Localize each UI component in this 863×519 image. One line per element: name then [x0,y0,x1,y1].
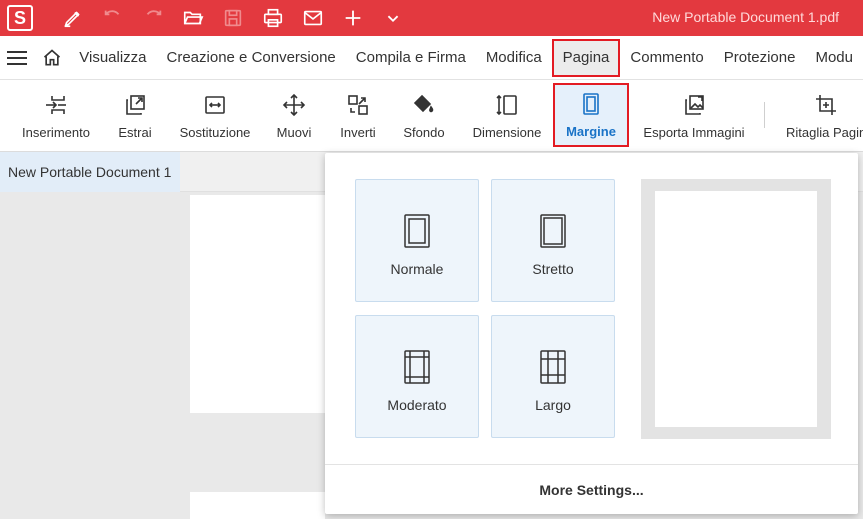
mail-button[interactable] [293,0,333,36]
customize-button[interactable] [373,0,413,36]
margin-preview-page [655,191,817,427]
export-images-button[interactable]: Esporta Immagini [640,80,748,152]
margin-option-largo[interactable]: Largo [491,315,615,438]
document-page [190,195,325,413]
margin-moderate-icon [404,350,430,384]
margin-option-label: Largo [535,397,571,413]
extract-label: Estrai [118,124,152,140]
paint-bucket-icon [413,94,434,112]
reverse-label: Inverti [340,124,376,140]
document-tab[interactable]: New Portable Document 1 [0,152,180,192]
document-title: New Portable Document 1.pdf [652,9,839,25]
replace-icon [205,95,225,114]
menu-pagina[interactable]: Pagina [551,38,621,77]
margin-dropdown: Normale Stretto Moderato Largo More Sett… [325,153,858,514]
home-button[interactable] [35,36,70,80]
margin-option-label: Normale [390,261,444,277]
export-image-icon [685,94,704,115]
new-button[interactable] [333,0,373,36]
menu-protezione[interactable]: Protezione [714,36,806,80]
menu-moduli[interactable]: Modu [805,36,863,80]
toolbar-divider [764,102,765,128]
open-button[interactable] [173,0,213,36]
undo-button[interactable] [93,0,133,36]
margin-button[interactable]: Margine [553,83,629,147]
page-toolbar: Inserimento Estrai Sostituzione Muovi In… [0,80,863,152]
document-page [190,492,325,519]
home-icon [43,48,60,65]
margin-option-stretto[interactable]: Stretto [491,179,615,302]
save-button[interactable] [213,0,253,36]
crop-icon [816,94,836,115]
margin-normal-icon [404,214,430,248]
title-bar: S New Portable Document 1.pdf [0,0,863,36]
export-images-label: Esporta Immagini [643,124,745,140]
background-label: Sfondo [403,124,445,140]
insert-page-icon [46,95,66,114]
pen-button[interactable] [53,0,93,36]
extract-button[interactable]: Estrai [108,80,162,152]
menu-creazione-conversione[interactable]: Creazione e Conversione [157,36,346,80]
margin-option-moderato[interactable]: Moderato [355,315,479,438]
margin-wide-icon [540,350,566,384]
menu-commento[interactable]: Commento [620,36,713,80]
margin-preview [641,179,831,439]
redo-button[interactable] [133,0,173,36]
margin-label: Margine [566,123,616,139]
move-label: Muovi [276,124,312,140]
quick-access-toolbar [53,0,413,36]
undo-icon [104,10,120,16]
replace-label: Sostituzione [179,124,251,140]
more-settings-button[interactable]: More Settings... [325,465,858,514]
redo-icon [146,10,162,16]
margin-option-normale[interactable]: Normale [355,179,479,302]
pen-icon [64,11,80,28]
menu-compila-firma[interactable]: Compila e Firma [346,36,476,80]
insert-button[interactable]: Inserimento [14,80,98,152]
print-button[interactable] [253,0,293,36]
reverse-icon [348,94,368,115]
save-icon [224,9,242,27]
app-logo: S [7,5,33,31]
move-icon [282,93,306,116]
size-label: Dimensione [472,124,542,140]
print-icon [263,8,283,28]
menu-visualizza[interactable]: Visualizza [69,36,156,80]
extract-icon [126,94,145,115]
margin-option-label: Stretto [532,261,574,277]
plus-icon [345,10,361,26]
folder-open-icon [183,11,204,25]
menu-modifica[interactable]: Modifica [476,36,552,80]
move-button[interactable]: Muovi [268,80,320,152]
hamburger-icon [7,50,28,65]
reverse-button[interactable]: Inverti [330,80,386,152]
menu-bar: Visualizza Creazione e Conversione Compi… [0,36,863,80]
hamburger-menu-button[interactable] [0,36,35,80]
margin-icon [583,92,599,115]
crop-page-button[interactable]: Ritaglia Pagina [780,80,863,152]
page-size-icon [496,94,517,115]
margin-narrow-icon [540,214,566,248]
insert-label: Inserimento [22,124,90,140]
size-button[interactable]: Dimensione [466,80,548,152]
chevron-down-icon [387,15,399,23]
crop-page-label: Ritaglia Pagina [786,124,863,140]
mail-icon [303,10,323,26]
margin-option-label: Moderato [387,397,447,413]
replace-button[interactable]: Sostituzione [172,80,258,152]
background-button[interactable]: Sfondo [396,80,452,152]
